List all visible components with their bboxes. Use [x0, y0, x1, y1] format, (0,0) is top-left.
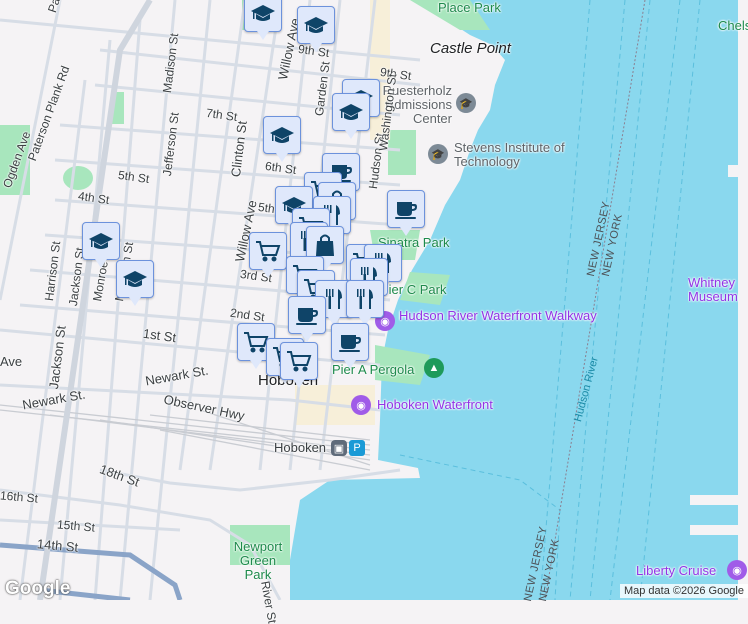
graduation-cap-icon	[123, 271, 147, 287]
school-marker[interactable]	[263, 116, 301, 162]
coffee-cup-icon	[296, 308, 318, 325]
poi-stevens[interactable]: Stevens Institute of Technology	[454, 141, 574, 169]
school-marker[interactable]	[244, 0, 282, 40]
school-pin-icon[interactable]: 🎓	[428, 144, 448, 164]
graduation-cap-icon	[339, 104, 363, 120]
cafe-marker[interactable]	[331, 323, 369, 369]
graduation-cap-icon	[251, 5, 275, 21]
coffee-cup-icon	[395, 202, 417, 219]
poi-liberty-cruise[interactable]: Liberty Cruise	[636, 563, 716, 578]
camera-pin-icon[interactable]: ◉	[727, 560, 747, 580]
train-icon[interactable]: ▣	[331, 440, 347, 456]
shop-marker[interactable]	[249, 232, 287, 278]
camera-pin-icon[interactable]: ◉	[351, 395, 371, 415]
school-marker[interactable]	[297, 6, 335, 52]
school-marker[interactable]	[116, 260, 154, 306]
map-attribution[interactable]: Map data ©2026 Google	[619, 584, 748, 598]
poi-hoboken-waterfront[interactable]: Hoboken Waterfront	[377, 397, 493, 412]
place-castle-point: Castle Point	[430, 40, 511, 57]
place-label: Chels	[718, 18, 748, 33]
graduation-cap-icon	[89, 233, 113, 249]
shopping-bag-icon	[315, 234, 335, 257]
poi-whitney[interactable]: Whitney Museum of American Art	[688, 276, 748, 304]
shopping-cart-icon	[255, 241, 280, 262]
shop-marker[interactable]	[280, 342, 318, 388]
coffee-cup-icon	[339, 335, 361, 352]
school-marker[interactable]	[332, 93, 370, 139]
cafe-marker[interactable]	[288, 296, 326, 342]
fork-knife-icon	[357, 289, 373, 309]
graduation-cap-icon	[270, 127, 294, 143]
cafe-marker[interactable]	[387, 190, 425, 236]
park-label: Newport Green Park	[233, 539, 283, 582]
school-marker[interactable]	[82, 222, 120, 268]
google-logo: Google	[5, 578, 71, 599]
graduation-cap-icon	[304, 17, 328, 33]
restaurant-marker[interactable]	[346, 280, 384, 326]
park-label: Place Park	[438, 0, 501, 15]
shopping-cart-icon	[286, 351, 311, 372]
poi-walkway[interactable]: Hudson River Waterfront Walkway	[399, 309, 597, 323]
street-label: Ave	[0, 354, 23, 369]
school-pin-icon[interactable]: 🎓	[456, 93, 476, 113]
park-label: Pier C Park	[380, 282, 447, 297]
tree-pin-icon[interactable]: ▲	[424, 358, 444, 378]
station-label[interactable]: Hoboken	[274, 440, 326, 455]
ferry-terminal-icon[interactable]: P	[349, 440, 365, 456]
